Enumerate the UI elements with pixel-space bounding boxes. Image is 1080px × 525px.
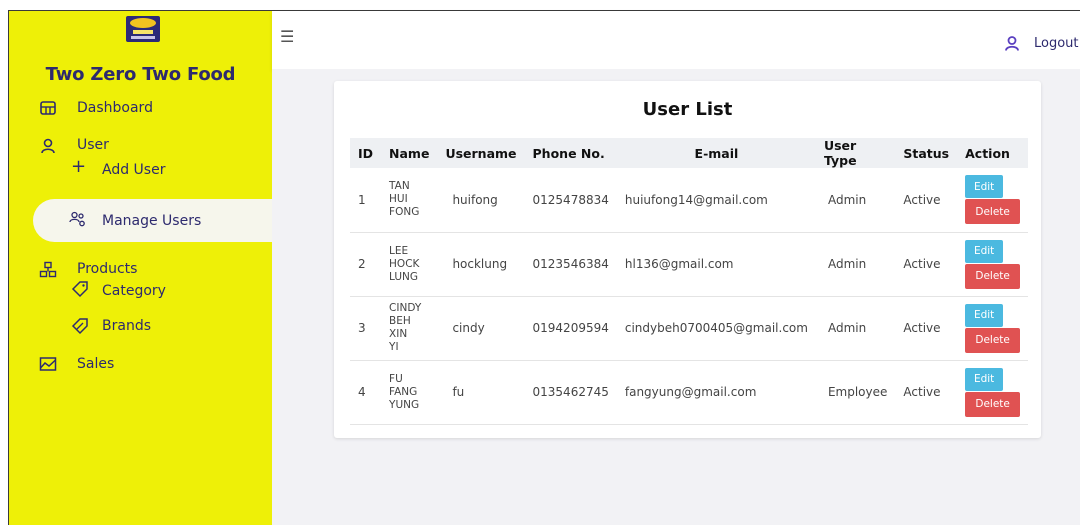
sidebar-item-sales[interactable]: Sales: [77, 356, 114, 372]
sidebar-item-category[interactable]: Category: [102, 283, 166, 299]
user-table: ID Name Username Phone No. E-mail User T…: [350, 138, 1029, 425]
col-user-type: User Type: [815, 138, 896, 168]
cell-id: 3: [350, 296, 382, 361]
sidebar-item-add-user[interactable]: Add User: [102, 162, 165, 178]
cell-user-type: Admin: [815, 168, 896, 233]
cell-email: fangyung@gmail.com: [616, 360, 816, 425]
cell-username: huifong: [437, 168, 525, 233]
hamburger-icon[interactable]: ☰: [280, 27, 294, 46]
tag-icon: [71, 281, 88, 298]
sidebar: Two Zero Two Food Dashboard User + Add U…: [9, 11, 283, 525]
cell-status: Active: [895, 360, 958, 425]
cell-user-type: Admin: [815, 232, 896, 297]
cell-status: Active: [895, 168, 958, 233]
cell-name: CINDY BEH XIN YI: [381, 296, 438, 361]
brand-name: Two Zero Two Food: [45, 64, 236, 85]
col-id: ID: [350, 138, 382, 168]
edit-button[interactable]: Edit: [965, 175, 1004, 199]
col-username: Username: [437, 138, 525, 168]
table-row: 2 LEE HOCK LUNG hocklung 0123546384 hl13…: [350, 232, 1029, 297]
edit-button[interactable]: Edit: [965, 367, 1004, 391]
window-left-frame: [0, 11, 9, 525]
window-top-frame: [0, 0, 1080, 11]
col-phone: Phone No.: [524, 138, 617, 168]
delete-button[interactable]: Delete: [965, 391, 1021, 417]
sidebar-item-user[interactable]: User: [77, 137, 109, 153]
cell-id: 2: [350, 232, 382, 297]
edit-button[interactable]: Edit: [965, 303, 1004, 327]
cell-phone: 0135462745: [524, 360, 617, 425]
cell-email: hl136@gmail.com: [616, 232, 816, 297]
cell-username: fu: [437, 360, 525, 425]
cell-email: huiufong14@gmail.com: [616, 168, 816, 233]
cell-status: Active: [895, 232, 958, 297]
cell-username: cindy: [437, 296, 525, 361]
sidebar-item-dashboard[interactable]: Dashboard: [77, 100, 153, 116]
logout-user-icon[interactable]: [1004, 35, 1020, 51]
cell-action: Edit Delete: [957, 232, 1029, 297]
top-bar: ☰ Logout: [272, 11, 1080, 69]
cell-action: Edit Delete: [957, 360, 1029, 425]
user-icon: [41, 138, 55, 154]
brand-logo: [126, 16, 160, 42]
cell-user-type: Employee: [815, 360, 896, 425]
cell-status: Active: [895, 296, 958, 361]
cell-phone: 0123546384: [524, 232, 617, 297]
plus-icon: +: [71, 156, 87, 177]
cell-name: LEE HOCK LUNG: [381, 232, 438, 297]
brands-tag-icon: [71, 318, 88, 335]
cell-id: 1: [350, 168, 382, 233]
cell-phone: 0125478834: [524, 168, 617, 233]
logout-link[interactable]: Logout: [1034, 36, 1079, 51]
delete-button[interactable]: Delete: [965, 327, 1021, 353]
table-row: 3 CINDY BEH XIN YI cindy 0194209594 cind…: [350, 296, 1029, 361]
sidebar-item-products[interactable]: Products: [77, 261, 137, 277]
cell-name: FU FANG YUNG: [381, 360, 438, 425]
edit-button[interactable]: Edit: [965, 239, 1004, 263]
dashboard-icon: [40, 101, 56, 115]
col-status: Status: [895, 138, 958, 168]
page-title: User List: [642, 99, 733, 120]
main-content: User List ID Name Username Phone No. E-m…: [272, 69, 1080, 525]
cell-phone: 0194209594: [524, 296, 617, 361]
table-row: 4 FU FANG YUNG fu 0135462745 fangyung@gm…: [350, 360, 1029, 425]
delete-button[interactable]: Delete: [965, 263, 1021, 289]
sales-icon: [39, 357, 57, 371]
cell-username: hocklung: [437, 232, 525, 297]
col-action: Action: [957, 138, 1029, 168]
cell-id: 4: [350, 360, 382, 425]
col-email: E-mail: [616, 138, 816, 168]
user-list-card: User List ID Name Username Phone No. E-m…: [334, 81, 1041, 438]
table-header-row: ID Name Username Phone No. E-mail User T…: [350, 138, 1029, 168]
col-name: Name: [381, 138, 438, 168]
products-icon: [39, 261, 57, 278]
sidebar-item-manage-users-label: Manage Users: [102, 213, 202, 229]
cell-name: TAN HUI FONG: [381, 168, 438, 233]
cell-user-type: Admin: [815, 296, 896, 361]
cell-action: Edit Delete: [957, 168, 1029, 233]
cell-email: cindybeh0700405@gmail.com: [616, 296, 816, 361]
users-gear-icon: [69, 211, 85, 227]
delete-button[interactable]: Delete: [965, 199, 1021, 225]
table-row: 1 TAN HUI FONG huifong 0125478834 huiufo…: [350, 168, 1029, 233]
cell-action: Edit Delete: [957, 296, 1029, 361]
sidebar-item-brands[interactable]: Brands: [102, 318, 151, 334]
